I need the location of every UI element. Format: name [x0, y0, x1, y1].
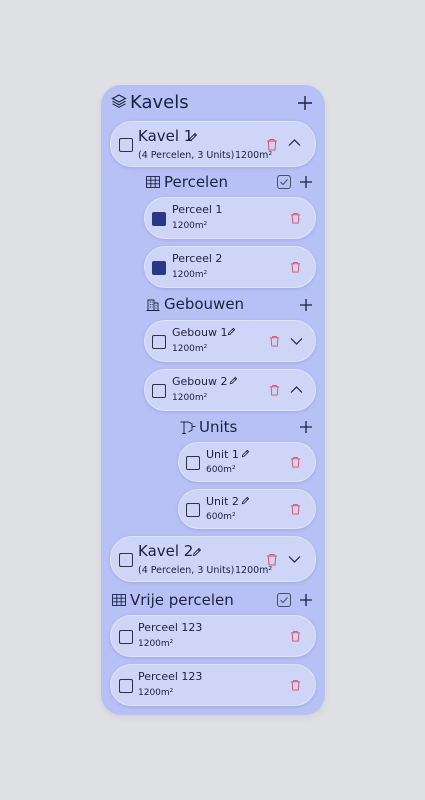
chevron-down-icon[interactable]: [290, 337, 303, 346]
kavel-name: Kavel 1: [138, 127, 194, 145]
trash-icon[interactable]: [290, 503, 301, 515]
select-all-percelen-checkbox[interactable]: [277, 175, 291, 189]
vrij-perceel-card[interactable]: Perceel 123 1200m²: [110, 615, 316, 657]
edit-icon[interactable]: [241, 496, 250, 505]
grid-icon: [112, 594, 126, 606]
trash-icon[interactable]: [266, 138, 278, 151]
vrij-perceel-checkbox[interactable]: [119, 679, 133, 693]
chevron-down-icon[interactable]: [288, 555, 301, 564]
trash-icon[interactable]: [290, 212, 301, 224]
gebouw-name: Gebouw 2: [172, 375, 228, 388]
vrij-perceel-checkbox[interactable]: [119, 630, 133, 644]
units-icon: [180, 420, 196, 434]
perceel-area: 1200m²: [172, 221, 208, 231]
unit-card[interactable]: Unit 2 600m²: [178, 489, 316, 529]
chevron-up-icon[interactable]: [290, 385, 303, 394]
trash-icon[interactable]: [290, 679, 301, 691]
chevron-up-icon[interactable]: [288, 138, 301, 147]
perceel-card[interactable]: Perceel 1 1200m²: [144, 197, 316, 239]
vrij-perceel-area: 1200m²: [138, 639, 174, 649]
add-vrij-perceel-button[interactable]: [299, 593, 313, 607]
edit-icon[interactable]: [192, 547, 202, 557]
vrij-perceel-name: Perceel 123: [138, 670, 203, 683]
section-title-units: Units: [199, 418, 238, 436]
kavel-summary: (4 Percelen, 3 Units): [138, 565, 235, 576]
kavels-panel: Kavels Kavel 1 (4 Percelen, 3 Units) 120…: [101, 85, 325, 715]
building-icon: [146, 297, 160, 311]
trash-icon[interactable]: [269, 335, 280, 347]
gebouw-area: 1200m²: [172, 344, 208, 354]
add-kavel-button[interactable]: [297, 95, 313, 111]
kavel-card[interactable]: Kavel 1 (4 Percelen, 3 Units) 1200m²: [110, 121, 316, 167]
unit-name: Unit 1: [206, 448, 239, 461]
section-title-percelen: Percelen: [164, 173, 228, 191]
trash-icon[interactable]: [290, 456, 301, 468]
kavel-checkbox[interactable]: [119, 553, 133, 567]
trash-icon[interactable]: [266, 553, 278, 566]
layers-icon: [111, 93, 127, 109]
gebouw-card[interactable]: Gebouw 2 1200m²: [144, 369, 316, 411]
perceel-area: 1200m²: [172, 270, 208, 280]
unit-checkbox[interactable]: [186, 503, 200, 517]
unit-area: 600m²: [206, 465, 236, 475]
kavel-area: 1200m²: [235, 150, 273, 161]
perceel-card[interactable]: Perceel 2 1200m²: [144, 246, 316, 288]
perceel-checkbox[interactable]: [152, 212, 166, 226]
gebouw-name: Gebouw 1: [172, 326, 228, 339]
gebouw-checkbox[interactable]: [152, 335, 166, 349]
kavel-card[interactable]: Kavel 2 (4 Percelen, 3 Units) 1200m²: [110, 536, 316, 582]
gebouw-area: 1200m²: [172, 393, 208, 403]
page-title: Kavels: [130, 92, 189, 113]
vrij-perceel-card[interactable]: Perceel 123 1200m²: [110, 664, 316, 706]
kavel-name: Kavel 2: [138, 542, 194, 560]
unit-card[interactable]: Unit 1 600m²: [178, 442, 316, 482]
unit-checkbox[interactable]: [186, 456, 200, 470]
section-title-gebouwen: Gebouwen: [164, 295, 245, 313]
edit-icon[interactable]: [229, 376, 238, 385]
grid-icon: [146, 176, 160, 188]
vrij-perceel-name: Perceel 123: [138, 621, 203, 634]
section-title-vrije-percelen: Vrije percelen: [130, 591, 234, 609]
select-all-vrije-percelen-checkbox[interactable]: [277, 593, 291, 607]
trash-icon[interactable]: [290, 261, 301, 273]
unit-area: 600m²: [206, 512, 236, 522]
gebouw-card[interactable]: Gebouw 1 1200m²: [144, 320, 316, 362]
unit-name: Unit 2: [206, 495, 239, 508]
kavel-checkbox[interactable]: [119, 138, 133, 152]
trash-icon[interactable]: [290, 630, 301, 642]
perceel-checkbox[interactable]: [152, 261, 166, 275]
gebouw-checkbox[interactable]: [152, 384, 166, 398]
vrij-perceel-area: 1200m²: [138, 688, 174, 698]
add-unit-button[interactable]: [299, 420, 313, 434]
edit-icon[interactable]: [241, 449, 250, 458]
add-gebouw-button[interactable]: [299, 298, 313, 312]
add-perceel-button[interactable]: [299, 175, 313, 189]
kavel-summary: (4 Percelen, 3 Units): [138, 150, 235, 161]
perceel-name: Perceel 2: [172, 252, 223, 265]
edit-icon[interactable]: [188, 132, 198, 142]
trash-icon[interactable]: [269, 384, 280, 396]
perceel-name: Perceel 1: [172, 203, 223, 216]
kavel-area: 1200m²: [235, 565, 273, 576]
edit-icon[interactable]: [227, 327, 236, 336]
